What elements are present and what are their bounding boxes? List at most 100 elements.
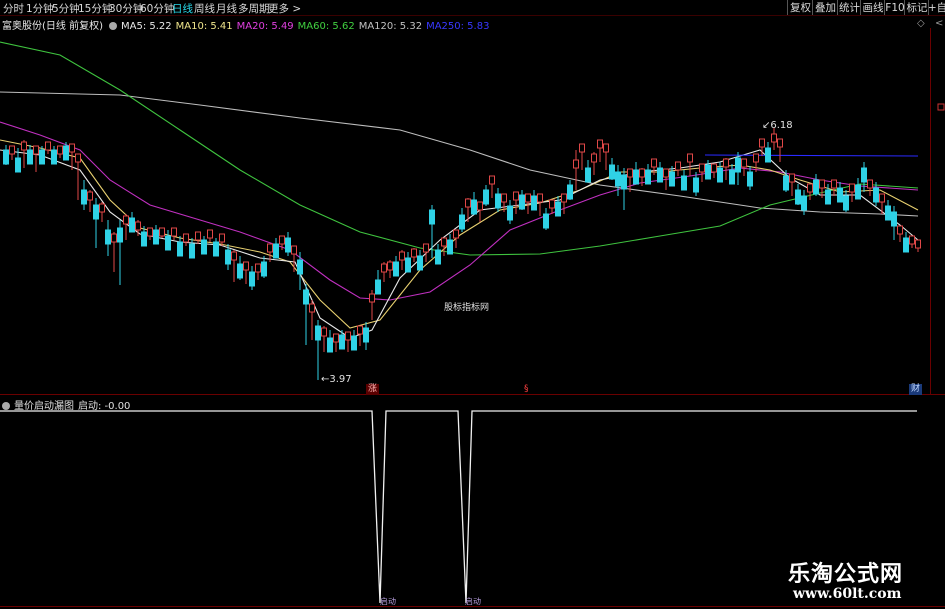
candle-body [123, 215, 129, 225]
ma250-line [704, 154, 919, 157]
candle-body [285, 237, 291, 253]
candle-body [735, 157, 741, 173]
candle-body [831, 179, 837, 189]
candle-body [237, 263, 243, 279]
candle-body [555, 201, 561, 217]
candle-body [435, 249, 441, 265]
candle-body [39, 149, 45, 165]
candle-body [669, 171, 675, 187]
high-price-label: ↙6.18 [762, 120, 793, 131]
candle-body [267, 243, 273, 253]
candle-body [429, 209, 435, 225]
candle-body [549, 199, 555, 209]
rise-marker[interactable]: 涨 [366, 384, 380, 395]
candle-body [165, 235, 171, 251]
candle-body [495, 193, 501, 209]
indicator-title: 量价启动漏图 [14, 401, 74, 412]
candle-body [681, 175, 687, 191]
candle-body [75, 153, 81, 163]
candle-body [747, 171, 753, 187]
low-price-value: 3.97 [329, 374, 352, 385]
candle-body [849, 183, 855, 193]
candle-body [393, 261, 399, 277]
candle-body [69, 143, 75, 153]
candle-body [291, 245, 297, 255]
candle-body [33, 145, 39, 155]
candle-body [321, 327, 327, 337]
candle-body [609, 164, 615, 180]
candle-body [441, 237, 447, 247]
candle-body [621, 174, 627, 190]
candle-body [675, 161, 681, 171]
candle-body [663, 168, 669, 178]
candle-body [111, 233, 117, 243]
candle-body [855, 184, 861, 200]
candle-body [693, 177, 699, 193]
candle-body [777, 138, 783, 148]
candle-body [837, 187, 843, 203]
candle-body [87, 191, 93, 201]
candle-body [909, 235, 915, 245]
candle-body [729, 169, 735, 185]
axis-marker [937, 103, 945, 111]
candle-body [645, 169, 651, 185]
candle-body [261, 261, 267, 277]
spike-label-2: 启动 [465, 597, 481, 606]
candle-body [303, 289, 309, 305]
candle-body [147, 227, 153, 237]
candle-body [225, 249, 231, 265]
candle-body [501, 193, 507, 203]
site-watermark-url: www.60lt.com [793, 586, 902, 602]
candle-body [279, 235, 285, 245]
candle-body [231, 251, 237, 261]
candle-body [345, 331, 351, 341]
candle-body [477, 201, 483, 211]
candle-body [825, 189, 831, 205]
candle-body [213, 241, 219, 257]
candle-body [177, 241, 183, 257]
candle-body [525, 193, 531, 203]
candle-body [63, 145, 69, 161]
candle-body [399, 251, 405, 261]
candle-body [273, 243, 279, 259]
candle-body [711, 163, 717, 173]
candle-body [885, 205, 891, 221]
candle-body [579, 143, 585, 153]
candle-body [255, 263, 261, 273]
candle-body [561, 193, 567, 203]
candle-body [651, 158, 657, 168]
candle-body [93, 204, 99, 220]
candle-body [513, 191, 519, 201]
candle-body [705, 164, 711, 180]
candle-body [567, 184, 573, 200]
indicator-settings-icon[interactable] [2, 402, 10, 410]
candle-body [597, 139, 603, 149]
launch-indicator-line [0, 410, 917, 604]
site-watermark-title: 乐淘公式网 [788, 562, 904, 587]
candle-body [471, 199, 477, 215]
candle-body [183, 233, 189, 243]
candle-body [141, 231, 147, 247]
candle-body [453, 229, 459, 239]
spike-label-1: 启动 [380, 597, 396, 606]
candle-body [585, 167, 591, 183]
candle-body [21, 141, 27, 151]
finance-marker[interactable]: 财 [909, 384, 923, 395]
candle-body [45, 141, 51, 151]
candle-body [309, 303, 315, 313]
candle-body [159, 227, 165, 237]
candle-body [423, 243, 429, 253]
candle-body [117, 227, 123, 243]
candle-body [15, 157, 21, 173]
candle-body [519, 194, 525, 210]
candle-body [171, 227, 177, 237]
low-price-label: ←3.97 [321, 374, 352, 385]
candle-body [759, 138, 765, 148]
candle-body [603, 143, 609, 153]
candle-body [297, 259, 303, 275]
event-marker[interactable]: § [522, 384, 531, 395]
candle-body [99, 203, 105, 213]
candle-body [51, 149, 57, 165]
candle-body [249, 271, 255, 287]
candle-body [531, 195, 537, 211]
